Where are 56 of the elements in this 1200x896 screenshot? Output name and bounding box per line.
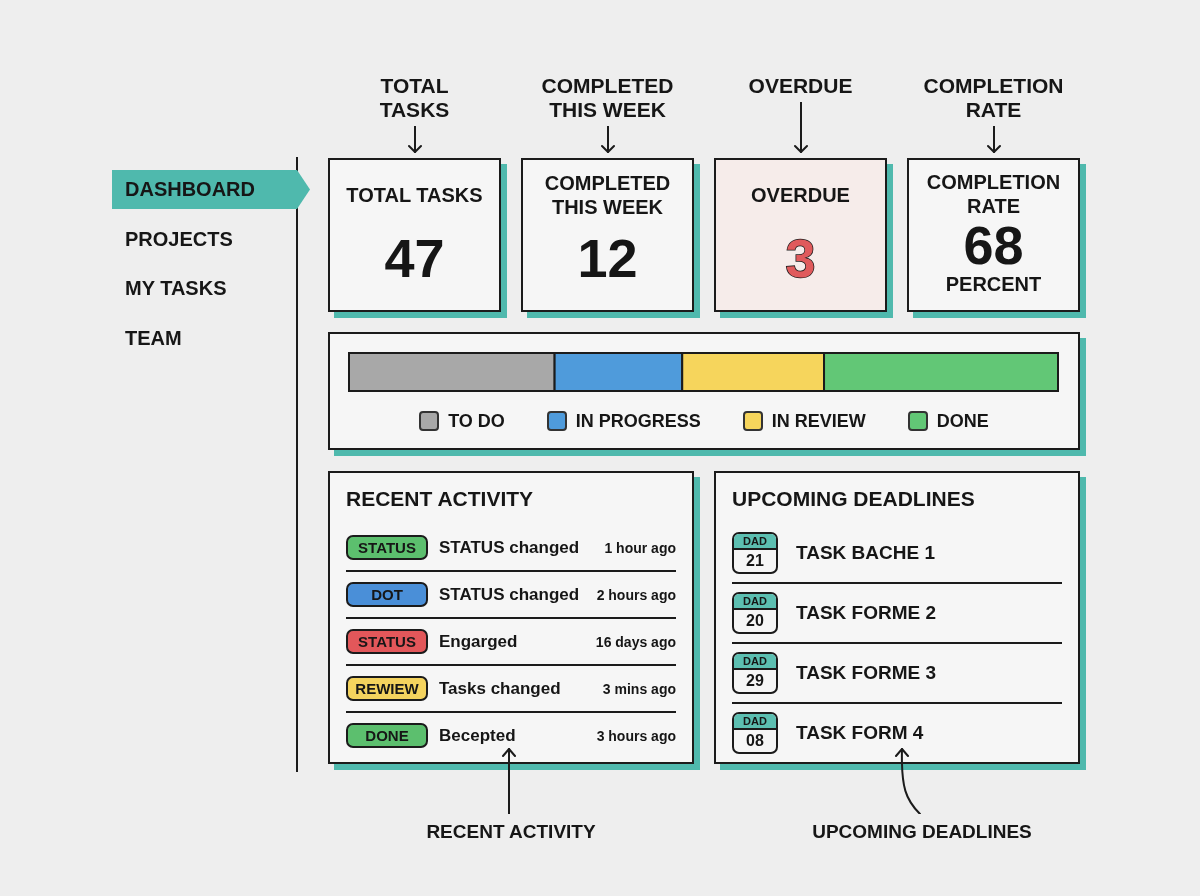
- down-arrow-icon: [793, 102, 808, 153]
- activity-time: 16 days ago: [595, 633, 676, 650]
- date-day: 21: [734, 550, 776, 572]
- status-badge: DOT: [346, 582, 428, 607]
- panel-title: RECENT ACTIVITY: [346, 486, 534, 512]
- down-arrow-icon: [407, 126, 422, 153]
- stat-title: COMPLETED THIS WEEK: [544, 171, 671, 219]
- callout-label: COMPLETION RATE: [923, 74, 1064, 122]
- activity-text: STATUS changed: [439, 584, 580, 605]
- task-name: TASK FORME 2: [796, 602, 937, 624]
- sidebar-item[interactable]: DASHBOARD: [112, 170, 310, 209]
- activity-text: Engarged: [439, 631, 518, 652]
- legend-label: TO DO: [448, 410, 505, 433]
- task-name: TASK FORME 3: [796, 662, 937, 684]
- date-month: DAD: [734, 534, 776, 550]
- date-day: 29: [734, 670, 776, 692]
- stat-title: OVERDUE: [751, 183, 850, 207]
- activity-time: 2 hours ago: [596, 586, 676, 603]
- date-day: 08: [734, 730, 776, 752]
- date-month: DAD: [734, 654, 776, 670]
- callout-label: RECENT ACTIVITY: [426, 820, 596, 844]
- stat-value: 47: [384, 231, 445, 285]
- activity-time: 3 mins ago: [602, 680, 676, 697]
- task-name: TASK FORM 4: [796, 722, 924, 744]
- stat-title: TOTAL TASKS: [346, 183, 483, 207]
- status-badge: DONE: [346, 723, 428, 748]
- status-badge: STATUS: [346, 629, 428, 654]
- panel-title: UPCOMING DEADLINES: [732, 486, 975, 512]
- status-badge: STATUS: [346, 535, 428, 560]
- activity-text: Tasks changed: [439, 678, 561, 699]
- date-day: 20: [734, 610, 776, 632]
- date-month: DAD: [734, 714, 776, 730]
- stat-value: 12: [577, 231, 638, 285]
- sidebar-item[interactable]: PROJECTS: [112, 219, 296, 259]
- date-month: DAD: [734, 594, 776, 610]
- down-arrow-icon: [600, 126, 615, 153]
- sidebar-item[interactable]: MY TASKS: [112, 269, 296, 308]
- callout-label: TOTAL TASKS: [379, 74, 450, 122]
- callout-label: COMPLETED THIS WEEK: [541, 74, 674, 122]
- legend-label: IN PROGRESS: [575, 410, 701, 433]
- legend-label: IN REVIEW: [771, 410, 866, 433]
- activity-text: STATUS changed: [439, 537, 580, 558]
- status-badge: REWIEW: [346, 676, 428, 701]
- stat-value: 3: [785, 231, 816, 285]
- stat-caption: PERCENT: [945, 272, 1042, 296]
- activity-text: Becepted: [439, 725, 516, 746]
- callout-label: OVERDUE: [748, 74, 853, 98]
- stat-title: COMPLETION RATE: [926, 170, 1061, 218]
- activity-time: 3 hours ago: [596, 727, 676, 744]
- activity-time: 1 hour ago: [604, 539, 676, 556]
- stat-value: 68: [963, 218, 1024, 272]
- task-name: TASK BACHE 1: [796, 542, 935, 564]
- callout-label: UPCOMING DEADLINES: [812, 820, 1032, 844]
- down-arrow-icon: [986, 126, 1001, 153]
- sidebar-item[interactable]: TEAM: [112, 318, 296, 358]
- legend-label: DONE: [936, 410, 989, 433]
